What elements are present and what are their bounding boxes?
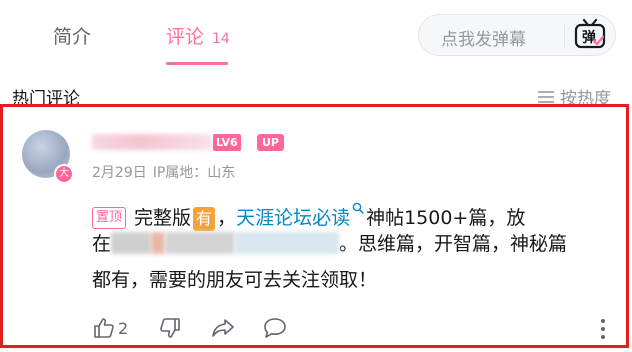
comment-text-part: 。思维篇，开智篇，神秘篇 [339,233,568,255]
comment-text-part: 完整版 [134,207,192,229]
redacted-text [165,232,236,254]
comment-text-part: 神帖1500+篇，放 [366,207,526,229]
thumbs-up-icon [94,318,114,338]
comment-text-line-3: 都有，需要的朋友可去关注领取！ [92,269,378,291]
top-tab-bar: 简介 评论 14 点我发弹幕 弹 [0,0,632,70]
more-options-button[interactable] [599,318,607,344]
redacted-text [111,232,152,254]
reply-button[interactable] [262,316,288,344]
active-tab-indicator [166,62,228,65]
comment-text-part: 在 [92,233,112,255]
danmaku-toggle-icon: 弹 [574,18,606,49]
user-badge-icon: 大 [54,164,74,184]
dislike-button[interactable] [158,316,182,344]
comment-date: 2月29日 [92,165,147,181]
danmaku-toggle-char: 弹 [582,29,596,46]
thumbs-down-icon [160,318,180,338]
danmaku-placeholder: 点我发弹幕 [441,30,526,50]
more-vertical-icon [601,319,605,339]
share-icon [212,319,234,337]
search-link[interactable]: 天涯论坛必读 [236,207,350,229]
ip-location: IP属地：山东 [152,165,236,181]
reply-bubble-icon [264,318,286,338]
tab-comments-count: 14 [212,31,230,47]
username-redacted [92,134,212,150]
divider [564,23,565,47]
danmaku-toggle-button[interactable]: 弹 [570,18,610,52]
tab-comments[interactable]: 评论 14 [166,22,230,49]
search-icon [352,192,364,214]
redacted-text [235,232,340,254]
comment-text-line-2: 在 。思维篇，开智篇，神秘篇 [92,228,567,260]
pinned-tag: 置顶 [92,207,127,229]
up-badge: UP [257,134,284,151]
danmaku-input[interactable]: 点我发弹幕 弹 [418,14,616,56]
tab-comments-label: 评论 [166,26,205,48]
comment-text-part: ， [217,207,237,229]
like-button[interactable] [92,316,116,344]
redacted-text [151,232,166,254]
level-badge: LV6 [213,134,241,151]
share-button[interactable] [210,316,236,344]
like-count: 2 [118,319,129,338]
comment-meta: 2月29日 IP属地：山东 [92,162,241,182]
tab-intro[interactable]: 简介 [53,22,91,49]
